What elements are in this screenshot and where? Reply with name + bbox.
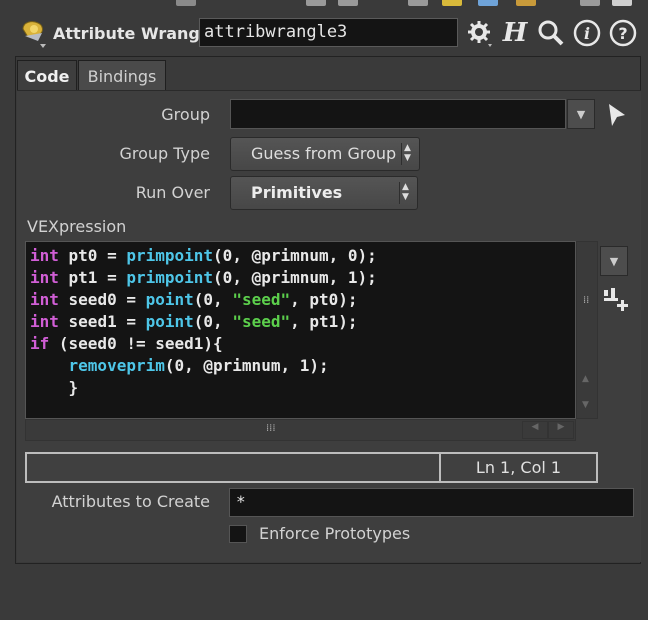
editor-status-bar: Ln 1, Col 1 [25,452,598,483]
code-token: pt0 = [58,246,127,265]
code-token: , pt1); [290,312,358,331]
info-icon[interactable]: i [572,18,602,48]
hscroll-grip-icon: ⁞⁞⁞ [266,423,276,434]
updown-arrows-icon: ▲ ▼ [399,182,413,204]
code-token: point [145,290,194,309]
code-line: int seed0 = point(0, "seed", pt0); [30,289,575,311]
snapshot-icon[interactable] [612,0,632,6]
code-token: seed0 = [58,290,146,309]
attributes-to-create-field[interactable]: * [229,488,634,517]
code-token: int [30,312,59,331]
svg-text:?: ? [618,24,627,43]
updown-arrows-icon: ▲ ▼ [401,143,415,165]
code-token: "seed" [232,290,291,309]
group-type-menu[interactable]: Guess from Group ▲ ▼ [230,137,420,171]
scroll-down-icon[interactable]: ▼ [582,400,589,410]
new-pane-icon[interactable] [478,0,498,6]
group-type-value: Guess from Group [251,144,397,163]
parameter-header: Attribute Wrangle attribwrangle3 H i ? [0,10,648,56]
code-token: pt1 = [58,268,127,287]
code-token: if [30,334,50,353]
search-icon[interactable] [536,18,566,48]
help-icon[interactable]: ? [608,18,638,48]
code-token: (0, @primnum, 0); [213,246,377,265]
code-line: int pt1 = primpoint(0, @primnum, 1); [30,267,575,289]
code-token: int [30,268,59,287]
group-field[interactable] [230,99,566,129]
enforce-prototypes-label: Enforce Prototypes [259,524,411,543]
run-over-menu[interactable]: Primitives ▲ ▼ [230,176,418,210]
group-label: Group [161,105,210,124]
run-over-value: Primitives [251,183,343,202]
layout-icon[interactable] [306,0,326,6]
code-token: point [145,312,194,331]
code-line: int seed1 = point(0, "seed", pt1); [30,311,575,333]
code-token: int [30,290,59,309]
scroll-grip-icon: ⁞⁞ [583,295,590,306]
code-line: if (seed0 != seed1){ [30,333,575,355]
wrangle-node-icon[interactable] [20,17,50,51]
snippet-dropdown-button[interactable]: ▼ [600,246,628,276]
code-line: removeprim(0, @primnum, 1); [30,355,575,377]
code-token: (0, @primnum, 1); [164,356,329,375]
editor-vertical-scrollbar[interactable]: ⁞⁞ ▲ ▼ [576,241,598,419]
bookmark-icon[interactable] [516,0,536,6]
svg-text:i: i [584,24,590,43]
code-token: (seed0 != seed1){ [49,334,223,353]
vexpression-label: VEXpression [27,217,127,236]
code-token: (0, [193,290,233,309]
scroll-up-icon[interactable]: ▲ [582,374,589,384]
select-arrow-icon[interactable] [606,102,628,128]
code-token: (0, [193,312,233,331]
vex-code-editor[interactable]: int pt0 = primpoint(0, @primnum, 0); int … [25,241,576,419]
tool-icon[interactable] [176,0,196,6]
code-token: primpoint [126,268,214,287]
run-over-label: Run Over [135,183,210,202]
group-type-label: Group Type [119,144,210,163]
node-type-label: Attribute Wrangle [53,24,217,43]
gear-icon[interactable] [464,18,494,48]
panel-icon[interactable] [338,0,358,6]
create-parameters-icon[interactable] [601,284,631,312]
group-dropdown-button[interactable]: ▼ [567,99,595,129]
scroll-right-icon[interactable]: ▶ [548,421,574,439]
node-name-field[interactable]: attribwrangle3 [199,18,458,47]
code-token: primpoint [126,246,214,265]
code-line: int pt0 = primpoint(0, @primnum, 0); [30,245,575,267]
scroll-left-icon[interactable]: ◀ [522,421,548,439]
cursor-position: Ln 1, Col 1 [475,458,562,477]
code-token: int [30,246,59,265]
editor-horizontal-scrollbar[interactable]: ⁞⁞⁞ ◀ ▶ [25,419,576,441]
window-icon[interactable] [408,0,428,6]
search-top-icon[interactable] [580,0,600,6]
tab-bindings[interactable]: Bindings [78,60,166,91]
code-token: } [30,378,79,397]
enforce-prototypes-checkbox[interactable] [229,525,247,543]
code-token: seed1 = [58,312,146,331]
code-token: (0, @primnum, 1); [213,268,377,287]
attributes-to-create-label: Attributes to Create [51,492,210,511]
help-h-icon[interactable]: H [500,18,530,48]
code-token: "seed" [232,312,291,331]
code-token: , pt0); [290,290,358,309]
top-toolbar-strip [0,0,648,8]
folder-icon[interactable] [442,0,462,6]
tab-code[interactable]: Code [17,60,77,91]
code-line: } [30,377,575,399]
code-token: removeprim [68,356,165,375]
